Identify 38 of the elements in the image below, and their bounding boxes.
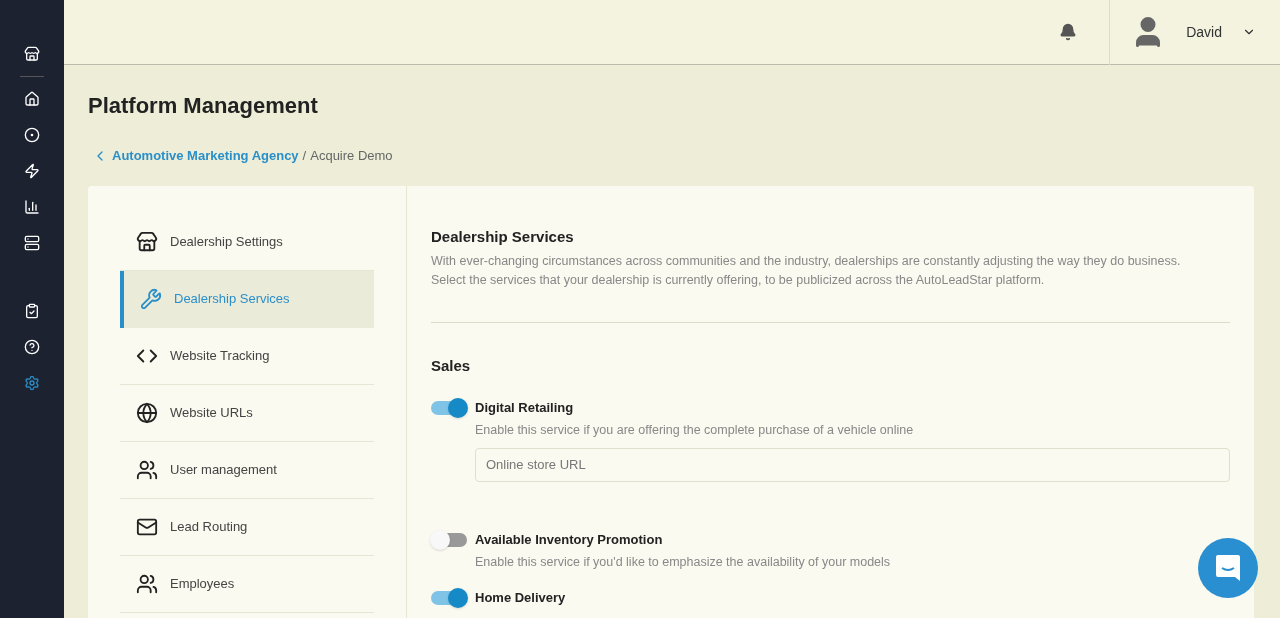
menu-item[interactable]: Employees [120, 555, 374, 613]
service-hint: Enable this service if you'd like to emphasize the availability of your models [475, 554, 892, 572]
service-name: Available Inventory Promotion [475, 530, 664, 549]
toggle-switch[interactable] [431, 591, 467, 605]
clipboard-check-icon[interactable] [24, 303, 40, 319]
group-title: Sales [431, 356, 472, 376]
home-icon[interactable] [24, 91, 40, 107]
chat-icon [1215, 554, 1241, 582]
service-name: Home Delivery [475, 589, 567, 607]
store-icon [136, 230, 158, 253]
menu-item[interactable]: Website Tracking [120, 327, 374, 385]
url-input-field[interactable]: Online store URL [475, 447, 1230, 482]
people-icon [136, 572, 158, 595]
store-icon[interactable] [24, 46, 40, 62]
people-icon [136, 458, 158, 481]
bell-icon[interactable] [1059, 23, 1078, 41]
target-icon[interactable] [24, 127, 40, 143]
server-icon[interactable] [24, 235, 40, 251]
help-icon[interactable] [24, 339, 40, 355]
section-description: With ever-changing circumstances across communities and the industry, dealerships are constantly adjusting the way they do business. Select the services that your dealership is currently offering, to be publicized across the AutoLeadStar platform. [431, 253, 1182, 289]
user-name[interactable]: David [1186, 22, 1222, 42]
service-name: Digital Retailing [475, 398, 575, 417]
wrench-icon [140, 288, 162, 310]
menu-item[interactable]: User management [120, 441, 374, 499]
toggle-switch[interactable] [431, 532, 467, 547]
settings-icon[interactable] [24, 375, 40, 391]
toggle-switch[interactable] [431, 400, 467, 415]
bar-chart-icon[interactable] [24, 199, 40, 215]
breadcrumb-separator: / [302, 147, 307, 165]
breadcrumb-current: Acquire Demo [310, 147, 393, 165]
service-hint: Enable this service if you are offering the complete purchase of a vehicle online [475, 422, 915, 439]
menu-item[interactable]: Lead Routing [120, 498, 374, 556]
menu-item[interactable]: Dealership Settings [120, 213, 374, 271]
menu-item[interactable]: Website URLs [120, 384, 374, 442]
lightning-icon[interactable] [24, 163, 40, 179]
globe-icon [136, 401, 158, 424]
section-title: Dealership Services [431, 226, 575, 247]
page-title: Platform Management [88, 92, 319, 120]
